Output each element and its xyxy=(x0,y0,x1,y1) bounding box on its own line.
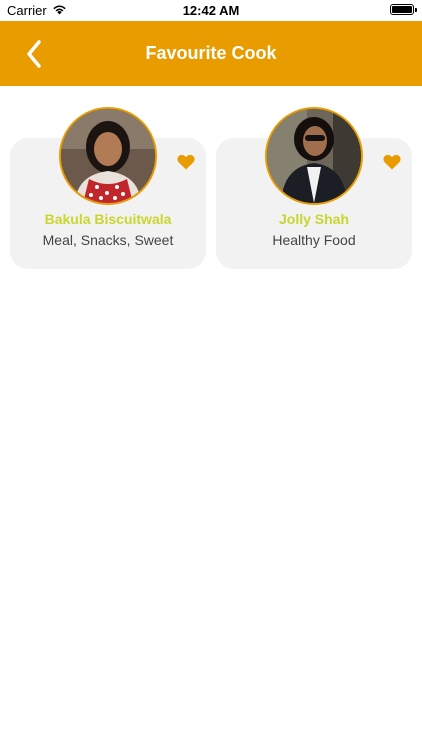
avatar xyxy=(265,107,363,205)
status-bar: Carrier 12:42 AM xyxy=(0,0,422,21)
cook-name: Bakula Biscuitwala xyxy=(44,211,172,227)
status-time: 12:42 AM xyxy=(182,3,240,18)
cook-card[interactable]: Bakula Biscuitwala Meal, Snacks, Sweet xyxy=(10,107,206,269)
cook-name: Jolly Shah xyxy=(278,211,350,227)
cook-specialties: Meal, Snacks, Sweet xyxy=(42,232,174,248)
cook-card[interactable]: Jolly Shah Healthy Food xyxy=(216,107,412,269)
heart-icon[interactable] xyxy=(383,154,401,170)
heart-icon[interactable] xyxy=(177,154,195,170)
avatar xyxy=(59,107,157,205)
nav-bar: Favourite Cook xyxy=(0,21,422,86)
chevron-left-icon xyxy=(27,40,41,68)
page-title: Favourite Cook xyxy=(145,43,277,63)
cook-specialties: Healthy Food xyxy=(272,232,356,248)
back-button[interactable] xyxy=(20,38,48,70)
battery-icon xyxy=(390,4,417,15)
